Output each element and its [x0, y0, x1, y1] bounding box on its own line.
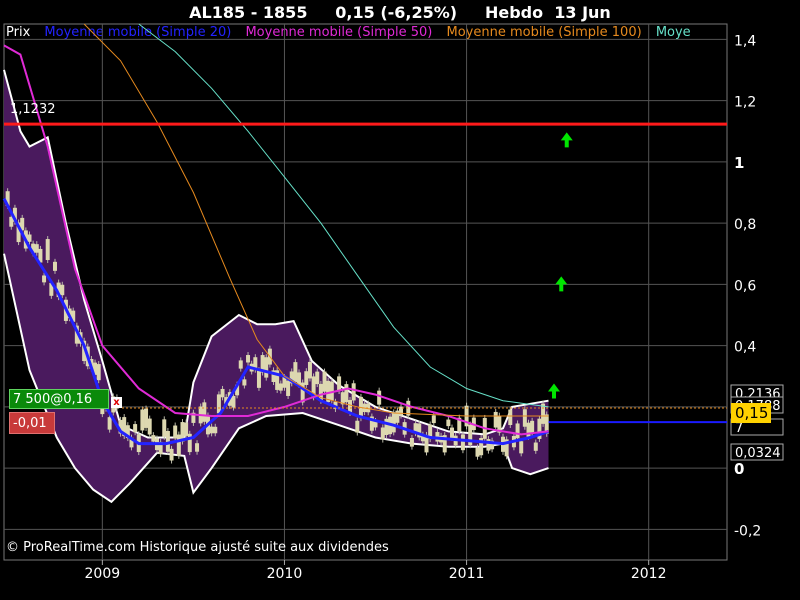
order-pnl-badge: -0,01: [9, 412, 55, 434]
price-label-low-partial: 7: [735, 421, 743, 436]
sma200-line: [138, 23, 549, 408]
x-tick-label: 2012: [631, 566, 667, 582]
candle-body: [238, 360, 243, 369]
order-close-button[interactable]: x: [111, 397, 122, 408]
candle-body: [173, 425, 178, 439]
sma100-line: [83, 23, 549, 417]
price-label-low: 0,0324: [735, 446, 781, 461]
candle-body: [144, 408, 149, 428]
candle-body: [380, 427, 385, 440]
candle-body: [147, 418, 152, 435]
candle-body: [344, 384, 349, 403]
candle-body: [493, 411, 498, 428]
candle-body: [34, 244, 39, 253]
candle-body: [384, 418, 389, 436]
x-tick-label: 2010: [267, 566, 303, 582]
candle-body: [256, 370, 261, 388]
candle-body: [184, 422, 189, 436]
candle-body: [176, 434, 181, 456]
candle-body: [246, 355, 251, 363]
candle-body: [526, 422, 531, 437]
candle-body: [242, 379, 247, 386]
candle-body: [278, 383, 283, 391]
x-tick-label: 2009: [85, 566, 121, 582]
buy-signal-arrow-icon: [555, 276, 568, 292]
candle-body: [522, 409, 527, 427]
candle-body: [315, 371, 320, 385]
candle-body: [293, 362, 298, 383]
candle-body: [42, 275, 47, 283]
candle-body: [307, 361, 312, 379]
candle-body: [355, 420, 360, 433]
candle-body: [337, 376, 342, 392]
x-tick-label: 2011: [449, 566, 485, 582]
candle-body: [195, 443, 200, 452]
candle-body: [297, 372, 302, 385]
price-label-last: 0,15: [735, 404, 768, 422]
candle-body: [409, 437, 414, 447]
y-tick-label: -0,2: [734, 523, 761, 539]
candle-body: [530, 420, 535, 433]
candle-body: [202, 402, 207, 422]
y-tick-label: 0,8: [734, 217, 756, 233]
candle-body: [209, 426, 214, 434]
candle-body: [162, 419, 167, 437]
buy-signal-arrow-icon: [547, 383, 560, 399]
y-tick-label: 0,4: [734, 340, 756, 356]
price-chart[interactable]: 1,41,210,80,60,40,20-0,22009201020112012…: [0, 0, 800, 600]
candle-body: [322, 371, 327, 392]
y-tick-label: 1,2: [734, 95, 756, 111]
candle-body: [286, 380, 291, 396]
candle-body: [460, 434, 465, 451]
y-tick-label: 0: [734, 460, 744, 478]
candle-body: [107, 417, 112, 430]
candle-body: [377, 390, 382, 405]
y-tick-label: 0,6: [734, 278, 756, 294]
level-label: 1,1232: [10, 102, 56, 117]
candle-body: [96, 364, 101, 381]
candle-body: [216, 394, 221, 414]
candle-body: [231, 395, 236, 408]
candle-body: [533, 442, 538, 451]
candle-body: [450, 427, 455, 438]
copyright-notice: © ProRealTime.com Historique ajusté suit…: [6, 540, 389, 555]
y-tick-label: 1,4: [734, 33, 756, 49]
candle-body: [475, 447, 480, 457]
candle-body: [395, 410, 400, 423]
candle-body: [515, 423, 520, 439]
candle-body: [431, 415, 436, 424]
candle-body: [264, 357, 269, 378]
candle-body: [169, 448, 174, 461]
candle-body: [304, 371, 309, 385]
candle-body: [133, 424, 138, 433]
candle-body: [351, 383, 356, 401]
candle-body: [52, 261, 57, 271]
y-tick-label: 1: [734, 154, 744, 172]
candle-body: [27, 234, 32, 242]
candle-body: [151, 435, 156, 442]
candle-body: [220, 388, 225, 398]
candle-body: [45, 239, 50, 261]
candle-body: [140, 409, 145, 431]
candle-body: [519, 441, 524, 454]
buy-signal-arrow-icon: [560, 132, 573, 148]
candle-body: [213, 426, 218, 434]
candle-body: [446, 419, 451, 427]
order-line-label[interactable]: 7 500@0,16: [9, 389, 109, 409]
candle-body: [60, 284, 65, 296]
candle-body: [391, 412, 396, 433]
candle-body: [508, 409, 513, 426]
